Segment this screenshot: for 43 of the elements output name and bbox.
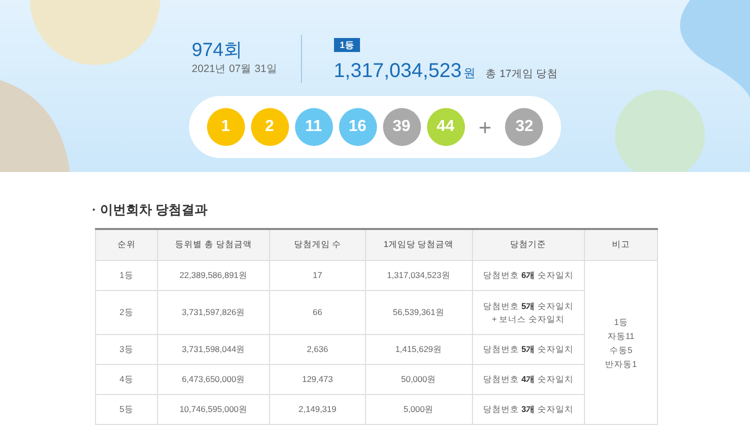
prize-amount: 1,317,034,523 xyxy=(334,59,462,84)
number-ball: 16 xyxy=(338,108,377,146)
prize-per-game-cell: 56,539,361원 xyxy=(365,290,472,334)
number-ball: 39 xyxy=(382,108,421,146)
rank-cell: 5등 xyxy=(96,394,158,424)
number-ball: 44 xyxy=(426,108,465,146)
number-ball: 32 xyxy=(505,108,544,146)
number-ball: 2 xyxy=(250,108,289,146)
section-title: · 이번회차 당첨결과 xyxy=(92,201,209,219)
total-prize-cell: 10,746,595,000원 xyxy=(157,394,270,424)
criteria-cell: 당첨번호 6개 숫자일치 xyxy=(472,260,584,290)
winning-games-cell: 17 xyxy=(270,260,366,290)
winning-games-cell: 129,473 xyxy=(270,364,366,394)
rank-cell: 4등 xyxy=(96,364,158,394)
column-header: 등위별 총 당첨금액 xyxy=(157,228,270,260)
total-prize-cell: 3,731,597,826원 xyxy=(157,290,270,334)
rank-cell: 3등 xyxy=(96,334,158,364)
total-prize-cell: 6,473,650,000원 xyxy=(157,364,270,394)
prize-per-game-cell: 1,317,034,523원 xyxy=(365,260,472,290)
total-prize-cell: 22,389,586,891원 xyxy=(157,260,270,290)
column-header: 순위 xyxy=(96,228,158,260)
rank-label: 1등 xyxy=(334,38,360,52)
number-ball: 1 xyxy=(206,108,245,146)
remarks-cell: 1등 자동11 수동5 반자동1 xyxy=(584,260,658,424)
round-number: 974회 xyxy=(192,40,244,62)
column-header: 당첨게임 수 xyxy=(270,228,366,260)
winning-games-cell: 2,636 xyxy=(270,334,366,364)
plus-sign: + xyxy=(478,114,492,142)
prize-per-game-cell: 50,000원 xyxy=(365,364,472,394)
winning-games-cell: 66 xyxy=(270,290,366,334)
prize-per-game-cell: 5,000원 xyxy=(365,394,472,424)
winner-count: 총 17게임 당첨 xyxy=(486,67,558,82)
rank-cell: 2등 xyxy=(96,290,158,334)
number-ball: 11 xyxy=(294,108,333,146)
currency-unit: 원 xyxy=(464,65,476,82)
column-header: 당첨기준 xyxy=(472,228,584,260)
winning-games-cell: 2,149,319 xyxy=(270,394,366,424)
total-prize-cell: 3,731,598,044원 xyxy=(157,334,270,364)
column-header: 비고 xyxy=(584,228,658,260)
rank-cell: 1등 xyxy=(96,260,158,290)
column-header: 1게임당 당첨금액 xyxy=(365,228,472,260)
prize-per-game-cell: 1,415,629원 xyxy=(365,334,472,364)
draw-date: 2021년 07월 31일 xyxy=(192,62,278,77)
